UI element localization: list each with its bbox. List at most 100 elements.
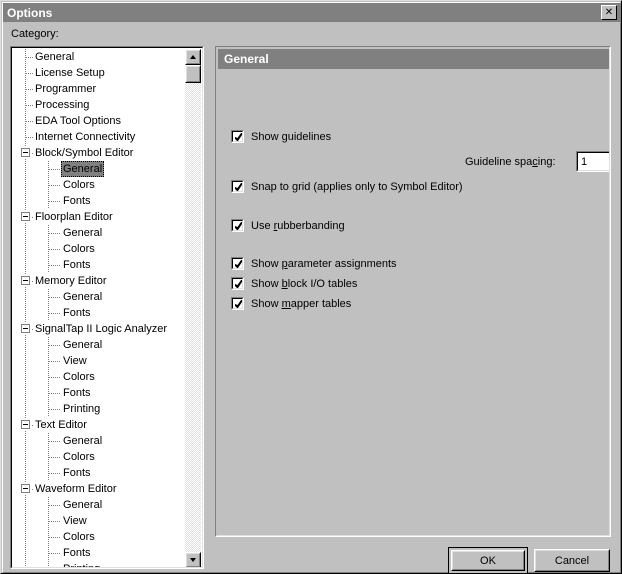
accelerator-char: g [281, 130, 288, 143]
tree-item[interactable]: Printing [13, 561, 185, 567]
checkbox-show-block-i-o-tables[interactable] [231, 277, 244, 290]
cancel-button[interactable]: Cancel [534, 549, 610, 572]
checkbox-face [232, 278, 243, 289]
scroll-down-button-face [186, 553, 200, 567]
category-tree[interactable]: General License Setup Programmer Processing… [13, 49, 185, 567]
tree-item[interactable]: Fonts [13, 385, 185, 401]
scroll-down-button[interactable] [185, 552, 201, 567]
checkmark-icon [235, 133, 242, 141]
tree-item-label: Colors [63, 451, 95, 463]
tree-item-label: Fonts [63, 547, 91, 559]
checkmark-icon [235, 222, 242, 230]
tree-item[interactable]: Text Editor [13, 417, 185, 433]
tree-item-label: Fonts [63, 307, 91, 319]
window-title: Options [7, 5, 53, 20]
scrollbar-track[interactable] [185, 65, 201, 552]
ok-button[interactable]: OK [448, 547, 528, 574]
checkbox-show-parameter-assignments[interactable] [231, 257, 244, 270]
tree-item[interactable]: General [13, 337, 185, 353]
tree-item-label: Colors [63, 243, 95, 255]
close-button[interactable]: ✕ [601, 5, 617, 20]
tree-item[interactable]: EDA Tool Options [13, 113, 185, 129]
tree-item-label: General [63, 435, 103, 447]
tree-item[interactable]: General [13, 433, 185, 449]
scroll-up-button[interactable] [185, 49, 201, 65]
tree-item[interactable]: General [13, 289, 185, 305]
tree-item[interactable]: Fonts [13, 545, 185, 561]
tree-item[interactable]: Colors [13, 529, 185, 545]
option-row-show-block-i-o-tables[interactable]: Show block I/O tables [231, 277, 357, 290]
tree-item-label: Processing [35, 99, 90, 111]
tree-item[interactable]: Fonts [13, 465, 185, 481]
accelerator-char: p [281, 257, 288, 270]
guideline-spacing-value: 1 [581, 155, 588, 168]
category-tree-panel: General License Setup Programmer Processing… [10, 46, 204, 569]
checkbox-face [232, 220, 243, 231]
checkmark-icon [235, 280, 242, 288]
close-icon: ✕ [604, 6, 614, 18]
checkbox-show-mapper-tables[interactable] [231, 297, 244, 310]
tree-item[interactable]: Colors [13, 369, 185, 385]
checkbox-show-guidelines[interactable] [231, 130, 244, 143]
accelerator-char: b [281, 277, 288, 290]
title-bar: Options ✕ [3, 3, 620, 22]
guideline-spacing-input[interactable]: 1 [576, 151, 609, 172]
option-row-show-parameter-assignments[interactable]: Show parameter assignments [231, 257, 397, 270]
checkbox-label: Snap to grid (applies only to Symbol Edi… [251, 180, 463, 193]
tree-item-label: View [63, 355, 87, 367]
tree-item[interactable]: View [13, 513, 185, 529]
tree-item[interactable]: Fonts [13, 193, 185, 209]
tree-item[interactable]: General [13, 49, 185, 65]
option-row-snap-to-grid-applies-only-to-symbol-edit[interactable]: Snap to grid (applies only to Symbol Edi… [231, 180, 463, 193]
tree-item-label: General [35, 51, 75, 63]
tree-item[interactable]: SignalTap II Logic Analyzer [13, 321, 185, 337]
tree-item-label: Internet Connectivity [35, 131, 136, 143]
tree-item[interactable]: Waveform Editor [13, 481, 185, 497]
tree-item-label: SignalTap II Logic Analyzer [35, 323, 168, 335]
tree-item[interactable]: License Setup [13, 65, 185, 81]
options-panel-frame: General Show guidelines Snap to grid (app… [216, 47, 610, 536]
checkbox-label: Show block I/O tables [251, 277, 358, 290]
tree-item-label: Memory Editor [35, 275, 107, 287]
tree-item-label: Fonts [63, 195, 91, 207]
tree-item-label: EDA Tool Options [35, 115, 122, 127]
options-panel: General Show guidelines Snap to grid (app… [215, 46, 611, 537]
tree-item[interactable]: General [13, 497, 185, 513]
tree-item[interactable]: Internet Connectivity [13, 129, 185, 145]
tree-item[interactable]: Fonts [13, 305, 185, 321]
tree-item-label: General [63, 499, 103, 511]
tree-item[interactable]: Printing [13, 401, 185, 417]
option-row-show-guidelines[interactable]: Show guidelines [231, 130, 331, 143]
cancel-button-face: Cancel [535, 550, 609, 571]
tree-item-label: General [63, 291, 103, 303]
checkbox-use-rubberbanding[interactable] [231, 219, 244, 232]
tree-item[interactable]: Colors [13, 177, 185, 193]
tree-item[interactable]: Floorplan Editor [13, 209, 185, 225]
scrollbar-thumb[interactable] [185, 65, 201, 83]
tree-item[interactable]: Programmer [13, 81, 185, 97]
tree-item[interactable]: General [13, 225, 185, 241]
tree-item[interactable]: Colors [13, 241, 185, 257]
tree-item-label: Fonts [63, 259, 91, 271]
tree-item[interactable]: Processing [13, 97, 185, 113]
checkbox-face [232, 181, 243, 192]
accelerator-char: c [532, 156, 538, 168]
tree-item[interactable]: View [13, 353, 185, 369]
tree-item-label: Text Editor [35, 419, 87, 431]
option-row-use-rubberbanding[interactable]: Use rubberbanding [231, 219, 345, 232]
tree-item[interactable]: Fonts [13, 257, 185, 273]
tree-item-label: Printing [63, 403, 101, 415]
accelerator-char: g [291, 180, 299, 193]
tree-item-label: General [61, 161, 105, 177]
tree-item[interactable]: General [13, 161, 185, 177]
option-row-show-mapper-tables[interactable]: Show mapper tables [231, 297, 351, 310]
tree-item[interactable]: Memory Editor [13, 273, 185, 289]
checkbox-snap-to-grid-applies-only-to-symbol-edit[interactable] [231, 180, 244, 193]
cancel-button-label: Cancel [554, 554, 590, 567]
checkbox-face [232, 131, 243, 142]
guideline-spacing-spinner[interactable]: 1 [576, 151, 609, 172]
tree-item-label: Block/Symbol Editor [35, 147, 134, 159]
tree-item[interactable]: Block/Symbol Editor [13, 145, 185, 161]
category-tree-scrollbar[interactable] [185, 49, 201, 567]
tree-item[interactable]: Colors [13, 449, 185, 465]
